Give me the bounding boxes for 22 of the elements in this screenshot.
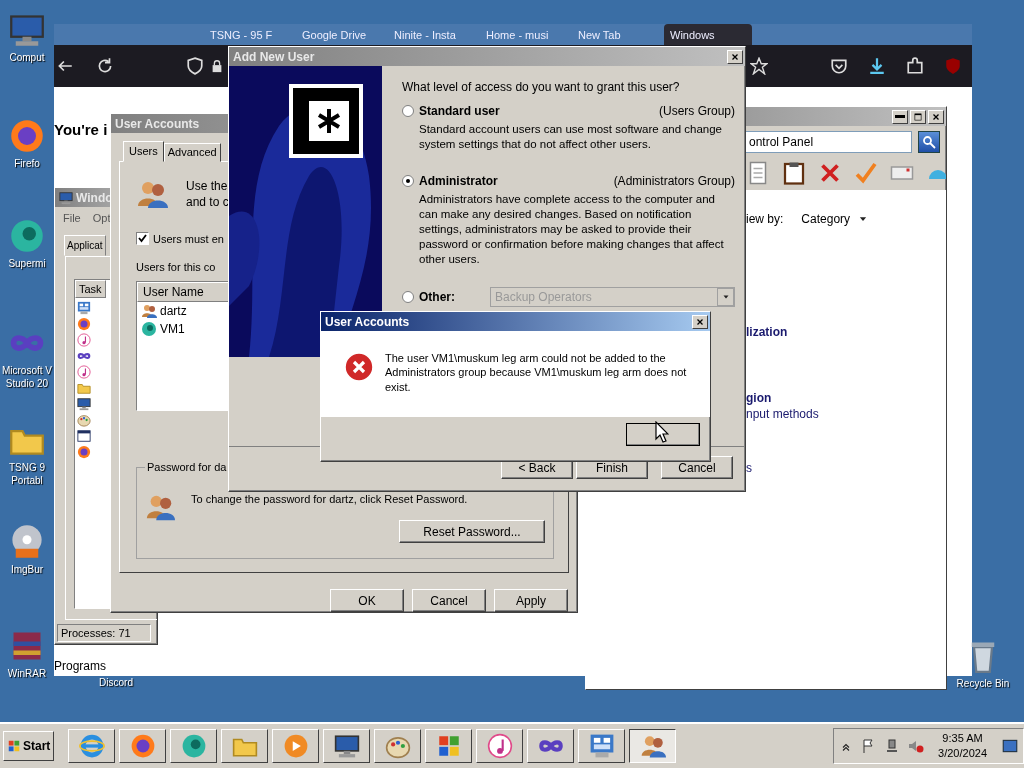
- users-label: Users for this co: [136, 261, 217, 273]
- option-description: Administrators have complete access to the computer and can make any desired changes. Based on notification settings, administrators may be asked to provide their password or confirmation before making changes that affect other users.: [419, 191, 725, 267]
- error-message: The user VM1\muskum leg arm could not be added to the Administrators group because VM1\muskum leg arm does not exist.: [385, 351, 688, 394]
- window-title: Add New User: [233, 49, 315, 64]
- intro-text: and to c: [186, 195, 229, 209]
- view-by-label: iew by:: [746, 212, 784, 226]
- option-group: (Users Group): [659, 104, 735, 118]
- option-label: Standard user: [419, 104, 500, 118]
- question-text: What level of access do you want to grant this user?: [402, 80, 681, 94]
- page-text: Programs: [54, 659, 106, 673]
- intro-text: Use the: [186, 179, 229, 193]
- status-text: Processes: 71: [57, 624, 151, 642]
- window-title: User Accounts: [325, 314, 410, 329]
- option-label: Administrator: [419, 173, 498, 188]
- window-title: User Accounts: [115, 116, 200, 131]
- password-text: To change the password for dartz, click Reset Password.: [191, 492, 469, 507]
- group-title: Password for da: [146, 461, 228, 473]
- option-label: Other:: [419, 289, 455, 304]
- page-heading: You're i: [54, 121, 108, 138]
- option-group: (Administrators Group): [613, 173, 735, 188]
- option-description: Standard account users can use most software and change system settings that do not affect other users.: [419, 122, 723, 152]
- checkbox-label: Users must en: [153, 232, 224, 245]
